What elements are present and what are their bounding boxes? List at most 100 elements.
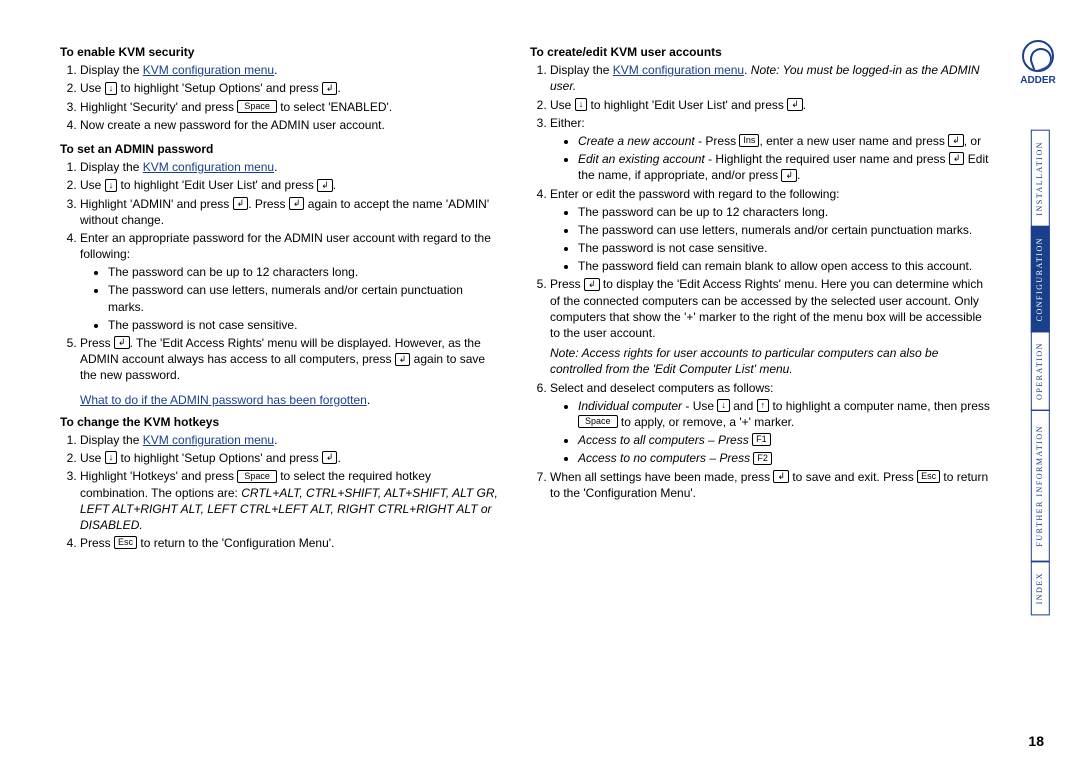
link-kvm-config[interactable]: KVM configuration menu	[143, 160, 274, 174]
text: – Press	[705, 433, 752, 447]
text: to highlight 'Setup Options' and press	[117, 81, 322, 95]
text: to save and exit. Press	[789, 470, 917, 484]
page-content: To enable KVM security Display the KVM c…	[0, 0, 1080, 579]
text: Use	[550, 98, 575, 112]
tab-installation[interactable]: INSTALLATION	[1031, 130, 1050, 227]
text: to highlight 'Setup Options' and press	[117, 451, 322, 465]
enter-key-icon: ↲	[322, 451, 338, 464]
snake-icon	[1022, 40, 1054, 72]
down-key-icon: ↓	[575, 98, 588, 111]
list-item: Display the KVM configuration menu. Note…	[550, 62, 990, 94]
text: and	[730, 399, 757, 413]
text: , enter a new user name and press	[759, 134, 948, 148]
heading-create-edit-users: To create/edit KVM user accounts	[530, 44, 990, 60]
text: to apply, or remove, a '+' marker.	[618, 415, 795, 429]
text: Display the	[80, 433, 143, 447]
list-item: Highlight 'ADMIN' and press ↲. Press ↲ a…	[80, 196, 500, 228]
enter-key-icon: ↲	[233, 197, 249, 210]
enter-key-icon: ↲	[322, 82, 338, 95]
text: to highlight a computer name, then press	[769, 399, 990, 413]
tab-configuration[interactable]: CONFIGURATION	[1031, 226, 1050, 332]
text: .	[797, 168, 800, 182]
enter-key-icon: ↲	[289, 197, 305, 210]
down-key-icon: ↓	[105, 451, 118, 464]
text: – Press	[706, 451, 753, 465]
list-item: Highlight 'Security' and press Space to …	[80, 99, 500, 115]
text: Display the	[80, 160, 143, 174]
list-item: Edit an existing account - Highlight the…	[578, 151, 990, 183]
text: Enter an appropriate password for the AD…	[80, 231, 491, 261]
list-item: Individual computer - Use ↓ and ↑ to hig…	[578, 398, 990, 430]
list-item: The password can be up to 12 characters …	[108, 264, 500, 280]
list-item: The password is not case sensitive.	[108, 317, 500, 333]
enter-key-icon: ↲	[787, 98, 803, 111]
esc-key-icon: Esc	[917, 470, 940, 483]
text: .	[274, 63, 277, 77]
list-item: Enter or edit the password with regard t…	[550, 186, 990, 275]
adder-logo: ADDER	[1018, 40, 1058, 90]
link-forgotten-password[interactable]: What to do if the ADMIN password has bee…	[80, 393, 367, 407]
list-item: The password is not case sensitive.	[578, 240, 990, 256]
text: .	[274, 160, 277, 174]
forgotten-link-row: What to do if the ADMIN password has bee…	[80, 392, 500, 408]
bullet-list: The password can be up to 12 characters …	[550, 204, 990, 275]
text: Highlight 'ADMIN' and press	[80, 197, 233, 211]
list-item: Press ↲ to display the 'Edit Access Righ…	[550, 276, 990, 377]
list-item: Press Esc to return to the 'Configuratio…	[80, 535, 500, 551]
list-item: Use ↓ to highlight 'Setup Options' and p…	[80, 450, 500, 466]
right-column: To create/edit KVM user accounts Display…	[530, 40, 1000, 559]
bullet-list: Create a new account - Press Ins, enter …	[550, 133, 990, 184]
space-key-icon: Space	[237, 470, 277, 483]
list-item: The password can be up to 12 characters …	[578, 204, 990, 220]
text: .	[274, 433, 277, 447]
list-item: Enter an appropriate password for the AD…	[80, 230, 500, 333]
link-kvm-config[interactable]: KVM configuration menu	[143, 63, 274, 77]
heading-admin-password: To set an ADMIN password	[60, 141, 500, 157]
text: .	[803, 98, 806, 112]
individual-computer-label: Individual computer	[578, 399, 682, 413]
space-key-icon: Space	[237, 100, 277, 113]
enter-key-icon: ↲	[949, 152, 965, 165]
page-number: 18	[1028, 732, 1044, 751]
access-all-label: Access to all computers	[578, 433, 705, 447]
edit-account-label: Edit an existing account	[578, 152, 705, 166]
space-key-icon: Space	[578, 415, 618, 428]
text: . Press	[248, 197, 289, 211]
list-item: Use ↓ to highlight 'Setup Options' and p…	[80, 80, 500, 96]
logo-text: ADDER	[1020, 75, 1056, 86]
list-item: Display the KVM configuration menu.	[80, 62, 500, 78]
text: .	[337, 451, 340, 465]
text: .	[744, 63, 751, 77]
link-kvm-config[interactable]: KVM configuration menu	[613, 63, 744, 77]
heading-enable-security: To enable KVM security	[60, 44, 500, 60]
nav-tabs: INSTALLATION CONFIGURATION OPERATION FUR…	[1031, 130, 1050, 614]
f1-key-icon: F1	[752, 433, 771, 446]
tab-operation[interactable]: OPERATION	[1031, 331, 1050, 411]
text: Press	[80, 336, 114, 350]
tab-further-information[interactable]: FURTHER INFORMATION	[1031, 410, 1050, 562]
text: Enter or edit the password with regard t…	[550, 187, 840, 201]
list-item: Either: Create a new account - Press Ins…	[550, 115, 990, 184]
text: Display the	[80, 63, 143, 77]
link-kvm-config[interactable]: KVM configuration menu	[143, 433, 274, 447]
text: Press	[550, 277, 584, 291]
list-admin-password: Display the KVM configuration menu. Use …	[60, 159, 500, 383]
text: Highlight 'Hotkeys' and press	[80, 469, 237, 483]
list-item: Display the KVM configuration menu.	[80, 432, 500, 448]
text: When all settings have been made, press	[550, 470, 773, 484]
list-item: Display the KVM configuration menu.	[80, 159, 500, 175]
list-change-hotkeys: Display the KVM configuration menu. Use …	[60, 432, 500, 551]
f2-key-icon: F2	[753, 452, 772, 465]
text: Use	[80, 81, 105, 95]
enter-key-icon: ↲	[773, 470, 789, 483]
list-item: Use ↓ to highlight 'Edit User List' and …	[80, 177, 500, 193]
text: - Press	[695, 134, 740, 148]
enter-key-icon: ↲	[114, 336, 130, 349]
esc-key-icon: Esc	[114, 536, 137, 549]
list-item: Use ↓ to highlight 'Edit User List' and …	[550, 97, 990, 113]
text: , or	[964, 134, 981, 148]
tab-index[interactable]: INDEX	[1031, 561, 1050, 615]
text: Select and deselect computers as follows…	[550, 381, 773, 395]
down-key-icon: ↓	[105, 82, 118, 95]
note-access-rights: Note: Access rights for user accounts to…	[550, 345, 990, 377]
